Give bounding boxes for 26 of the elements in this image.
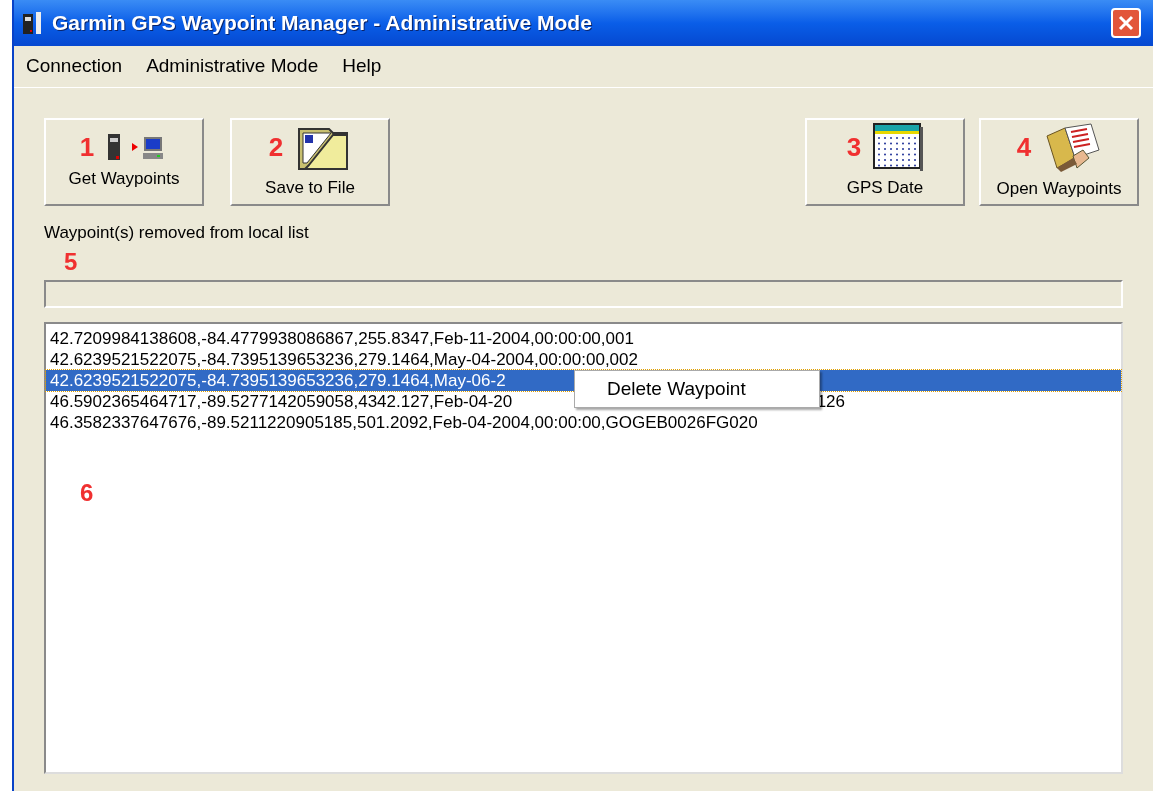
- annotation-number: 4: [1016, 134, 1032, 161]
- menu-item[interactable]: Help: [342, 52, 382, 81]
- toolbar-button[interactable]: 3 GPS Date: [805, 118, 965, 206]
- status-text: Waypoint(s) removed from local list: [44, 222, 310, 244]
- waypoint-row-end: 126: [816, 390, 845, 412]
- waypoint-row[interactable]: 42.6239521522075,-84.7395139653236,279.1464,May-04-2004,00:00:00,002: [46, 348, 1121, 370]
- window-title: Garmin GPS Waypoint Manager - Administrative Mode: [52, 10, 593, 37]
- annotation-number: 3: [846, 134, 862, 161]
- annotation-number: 5: [64, 249, 79, 274]
- folder-with-document-icon: [1043, 122, 1102, 173]
- toolbar-button[interactable]: 2 Save to File: [230, 118, 390, 206]
- waypoint-row[interactable]: 46.3582337647676,-89.5211220905185,501.2092,Feb-04-2004,00:00:00,GOGEB0026FG020: [46, 411, 1121, 433]
- context-menu-item[interactable]: Delete Waypoint: [575, 374, 819, 403]
- menu-item[interactable]: Administrative Mode: [146, 52, 319, 81]
- waypoint-row[interactable]: 46.5902365464717,-89.5277142059058,4342.127,Feb-04-20: [50, 390, 513, 412]
- toolbar-button[interactable]: 4 Open Waypoints: [979, 118, 1139, 206]
- gps-device-icon: [22, 10, 44, 36]
- annotation-number: 6: [80, 480, 94, 505]
- waypoint-row[interactable]: 42.7209984138608,-84.4779938086867,255.8347,Feb-11-2004,00:00:00,001: [46, 327, 1121, 349]
- calendar-icon: [873, 123, 924, 172]
- menu-item[interactable]: Connection: [26, 52, 123, 81]
- annotation-number: 1: [79, 134, 95, 161]
- close-icon: [1118, 15, 1134, 31]
- toolbar-button[interactable]: 1 Get Waypoints: [44, 118, 204, 206]
- close-button[interactable]: [1111, 8, 1141, 38]
- annotation-number: 2: [268, 134, 284, 161]
